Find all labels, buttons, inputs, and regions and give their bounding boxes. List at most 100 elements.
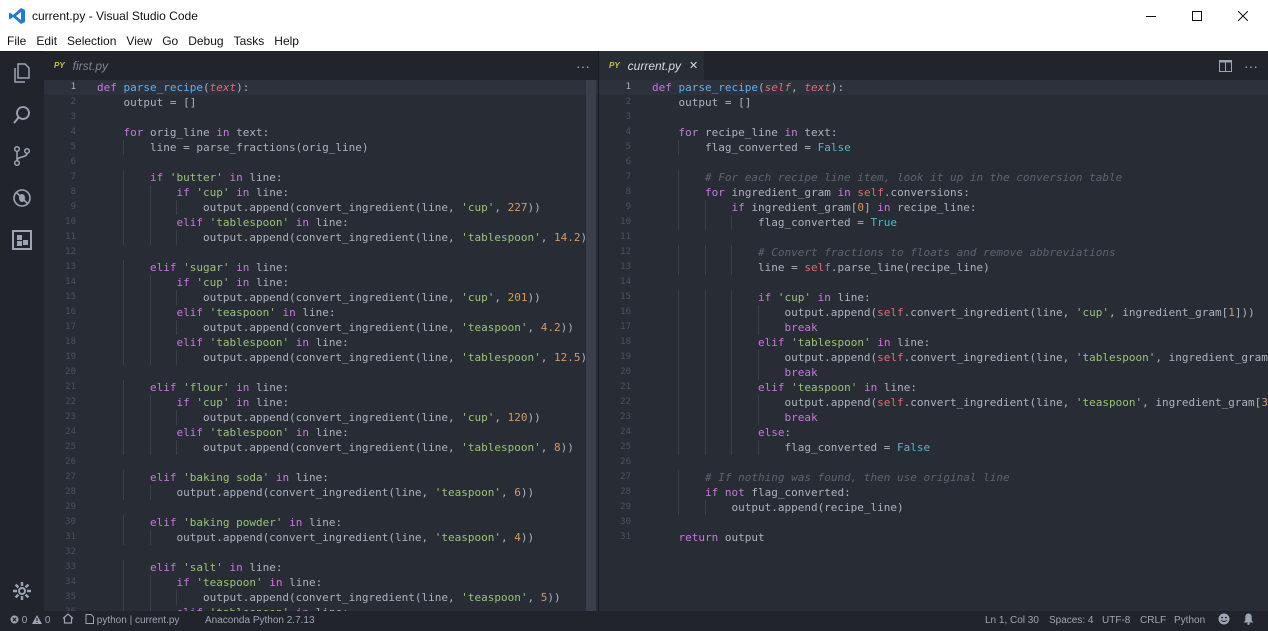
code-line[interactable]: 10 elif 'tablespoon' in line:	[44, 215, 598, 230]
code-line[interactable]: 8 if 'cup' in line:	[44, 185, 598, 200]
close-window-button[interactable]	[1220, 0, 1266, 31]
code-line[interactable]: 18 elif 'tablespoon' in line:	[44, 335, 598, 350]
code-line[interactable]: 11 output.append(convert_ingredient(line…	[44, 230, 598, 245]
split-editor-icon[interactable]	[1219, 51, 1232, 80]
code-line[interactable]: 29 output.append(recipe_line)	[599, 500, 1268, 515]
code-line[interactable]: 20	[44, 365, 598, 380]
code-line[interactable]: 23 break	[599, 410, 1268, 425]
language-mode[interactable]: Python	[1174, 611, 1205, 631]
feedback-smiley-icon[interactable]	[1218, 611, 1230, 631]
code-line[interactable]: 16 elif 'teaspoon' in line:	[44, 305, 598, 320]
code-line[interactable]: 3	[599, 110, 1268, 125]
code-line[interactable]: 14 if 'cup' in line:	[44, 275, 598, 290]
code-line[interactable]: 5 line = parse_fractions(orig_line)	[44, 140, 598, 155]
right-code-editor[interactable]: 1 def parse_recipe(self, text): 2 output =…	[599, 80, 1268, 611]
code-line[interactable]: 7 if 'butter' in line:	[44, 170, 598, 185]
code-line[interactable]: 24 elif 'tablespoon' in line:	[44, 425, 598, 440]
home-icon[interactable]	[62, 611, 74, 631]
code-line[interactable]: 34 if 'teaspoon' in line:	[44, 575, 598, 590]
maximize-button[interactable]	[1174, 0, 1220, 31]
code-line[interactable]: 33 elif 'salt' in line:	[44, 560, 598, 575]
close-tab-icon[interactable]: ✕	[689, 59, 698, 72]
code-line[interactable]: 5 flag_converted = False	[599, 140, 1268, 155]
code-line[interactable]: 4 for recipe_line in text:	[599, 125, 1268, 140]
code-line[interactable]: 21 elif 'teaspoon' in line:	[599, 380, 1268, 395]
menu-debug[interactable]: Debug	[183, 31, 228, 51]
code-line[interactable]: 25 output.append(convert_ingredient(line…	[44, 440, 598, 455]
code-line[interactable]: 21 elif 'flour' in line:	[44, 380, 598, 395]
code-line[interactable]: 29	[44, 500, 598, 515]
debug-icon[interactable]	[10, 186, 34, 210]
code-line[interactable]: 7 # For each recipe line item, look it u…	[599, 170, 1268, 185]
code-line[interactable]: 2 output = []	[44, 95, 598, 110]
code-line[interactable]: 15 if 'cup' in line:	[599, 290, 1268, 305]
notification-bell-icon[interactable]	[1243, 611, 1254, 631]
code-line[interactable]: 14	[599, 275, 1268, 290]
more-actions-icon[interactable]: ···	[576, 51, 590, 80]
left-scrollbar[interactable]	[586, 80, 596, 611]
code-line[interactable]: 32	[44, 545, 598, 560]
encoding[interactable]: UTF-8	[1102, 611, 1130, 631]
code-line[interactable]: 2 output = []	[599, 95, 1268, 110]
code-line[interactable]: 6	[44, 155, 598, 170]
code-line[interactable]: 22 if 'cup' in line:	[44, 395, 598, 410]
code-line[interactable]: 35 output.append(convert_ingredient(line…	[44, 590, 598, 605]
menu-tasks[interactable]: Tasks	[229, 31, 270, 51]
search-icon[interactable]	[10, 103, 34, 127]
code-line[interactable]: 19 output.append(convert_ingredient(line…	[44, 350, 598, 365]
menu-go[interactable]: Go	[157, 31, 183, 51]
code-line[interactable]: 24 else:	[599, 425, 1268, 440]
code-line[interactable]: 28 output.append(convert_ingredient(line…	[44, 485, 598, 500]
problems-indicator[interactable]: 0 0	[10, 611, 54, 631]
cursor-position[interactable]: Ln 1, Col 30	[985, 611, 1039, 631]
code-line[interactable]: 16 output.append(self.convert_ingredient…	[599, 305, 1268, 320]
code-line[interactable]: 10 flag_converted = True	[599, 215, 1268, 230]
code-line[interactable]: 9 output.append(convert_ingredient(line,…	[44, 200, 598, 215]
code-line[interactable]: 18 elif 'tablespoon' in line:	[599, 335, 1268, 350]
code-line[interactable]: 31 return output	[599, 530, 1268, 545]
code-line[interactable]: 13 elif 'sugar' in line:	[44, 260, 598, 275]
code-line[interactable]: 12 # Convert fractions to floats and rem…	[599, 245, 1268, 260]
code-line[interactable]: 3	[44, 110, 598, 125]
left-code-editor[interactable]: 1 def parse_recipe(text): 2 output = [] 3 4 …	[44, 80, 598, 611]
code-line[interactable]: 27 elif 'baking soda' in line:	[44, 470, 598, 485]
editor-group-divider[interactable]	[598, 51, 599, 611]
code-line[interactable]: 4 for orig_line in text:	[44, 125, 598, 140]
code-line[interactable]: 27 # If nothing was found, then use orig…	[599, 470, 1268, 485]
code-line[interactable]: 20 break	[599, 365, 1268, 380]
code-line[interactable]: 17 break	[599, 320, 1268, 335]
breadcrumb[interactable]: python | current.py	[85, 611, 179, 631]
source-control-icon[interactable]	[10, 144, 34, 168]
tab-current-py[interactable]: PY current.py ✕	[599, 51, 704, 80]
extensions-icon[interactable]	[10, 228, 34, 252]
code-line[interactable]: 8 for ingredient_gram in self.conversion…	[599, 185, 1268, 200]
code-line[interactable]: 1 def parse_recipe(text):	[44, 80, 598, 95]
code-line[interactable]: 15 output.append(convert_ingredient(line…	[44, 290, 598, 305]
code-line[interactable]: 22 output.append(self.convert_ingredient…	[599, 395, 1268, 410]
code-line[interactable]: 19 output.append(self.convert_ingredient…	[599, 350, 1268, 365]
menu-file[interactable]: File	[2, 31, 31, 51]
code-line[interactable]: 26	[44, 455, 598, 470]
indentation[interactable]: Spaces: 4	[1049, 611, 1093, 631]
code-line[interactable]: 30	[599, 515, 1268, 530]
menu-help[interactable]: Help	[269, 31, 304, 51]
code-line[interactable]: 23 output.append(convert_ingredient(line…	[44, 410, 598, 425]
code-line[interactable]: 1 def parse_recipe(self, text):	[599, 80, 1268, 95]
menu-view[interactable]: View	[121, 31, 157, 51]
line-ending[interactable]: CRLF	[1140, 611, 1166, 631]
code-line[interactable]: 9 if ingredient_gram[0] in recipe_line:	[599, 200, 1268, 215]
code-line[interactable]: 25 flag_converted = False	[599, 440, 1268, 455]
code-line[interactable]: 13 line = self.parse_line(recipe_line)	[599, 260, 1268, 275]
code-line[interactable]: 6	[599, 155, 1268, 170]
more-actions-icon[interactable]: ···	[1244, 51, 1258, 80]
minimize-button[interactable]	[1128, 0, 1174, 31]
code-line[interactable]: 30 elif 'baking powder' in line:	[44, 515, 598, 530]
explorer-icon[interactable]	[10, 61, 34, 85]
gear-icon[interactable]	[10, 579, 34, 603]
menu-selection[interactable]: Selection	[62, 31, 121, 51]
code-line[interactable]: 11	[599, 230, 1268, 245]
code-line[interactable]: 17 output.append(convert_ingredient(line…	[44, 320, 598, 335]
code-line[interactable]: 28 if not flag_converted:	[599, 485, 1268, 500]
code-line[interactable]: 12	[44, 245, 598, 260]
menu-edit[interactable]: Edit	[31, 31, 62, 51]
